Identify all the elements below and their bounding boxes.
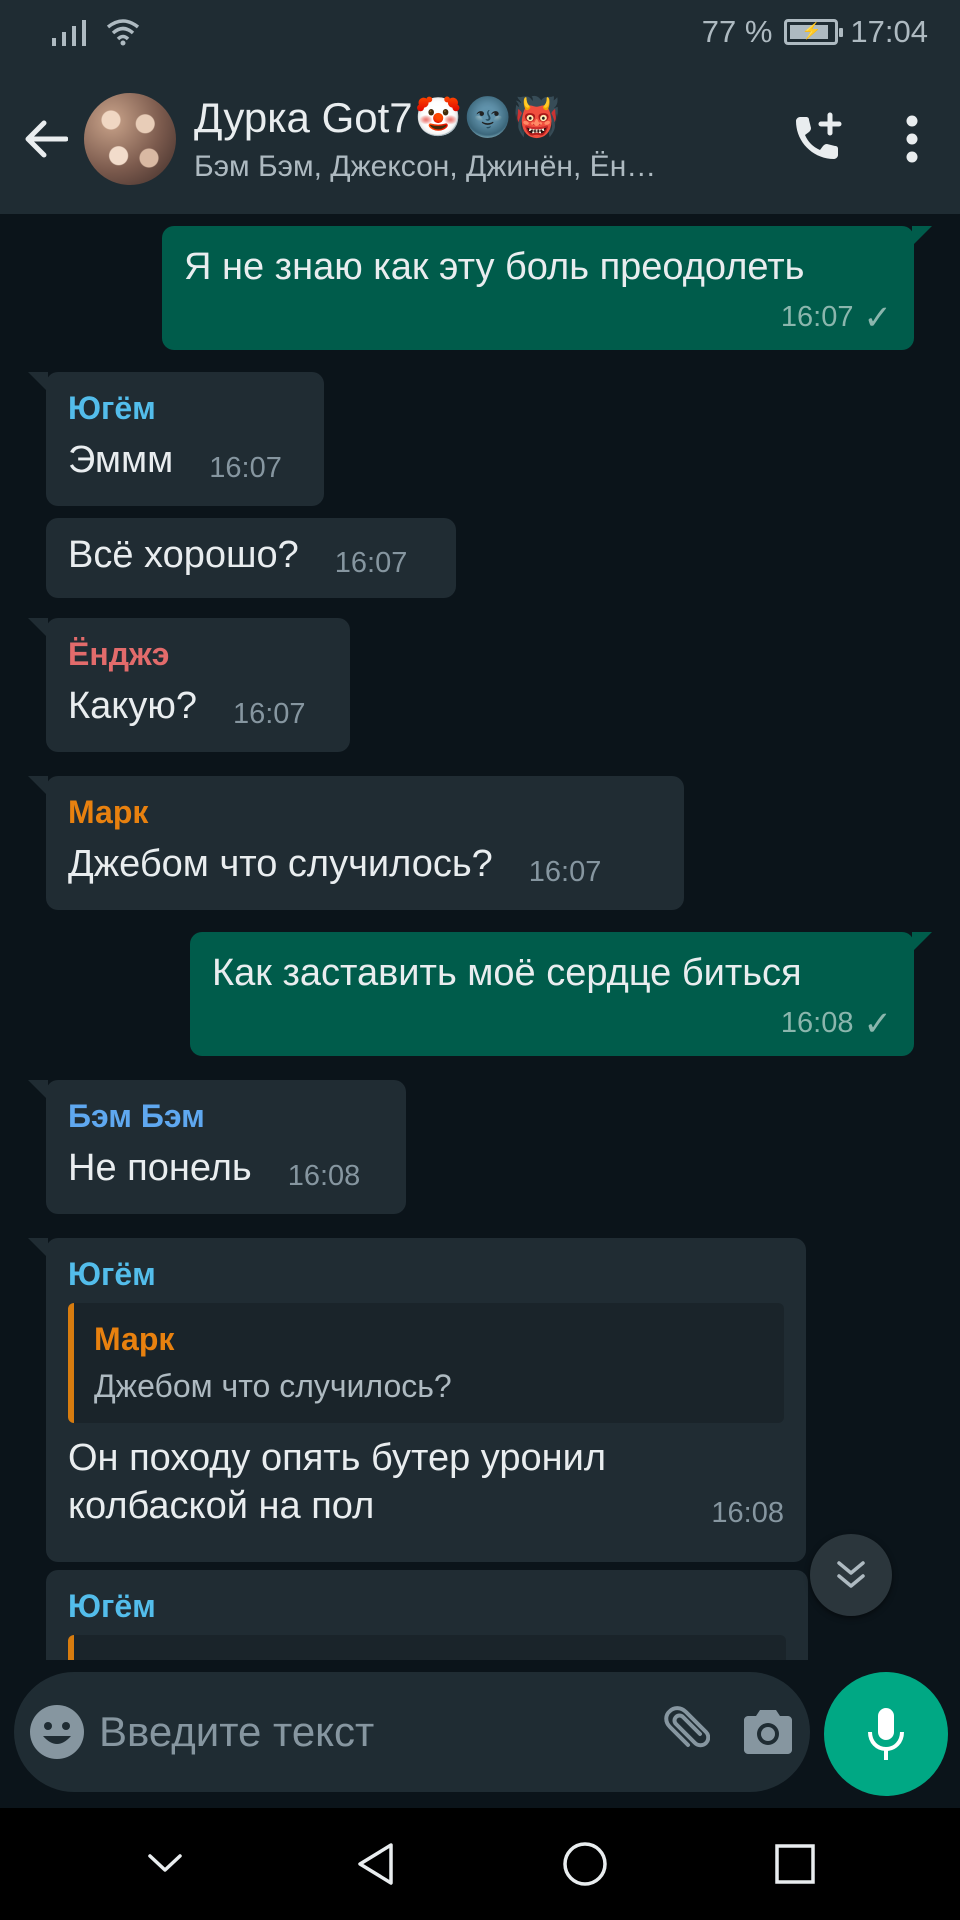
chat-header: Дурка Got7 🤡 🌚 👹 Бэм Бэм, Джексон, Джинё… [0, 64, 960, 214]
sender-name[interactable]: Марк [68, 794, 662, 831]
quoted-message[interactable] [68, 1635, 786, 1660]
incoming-message[interactable]: Югём Марк Джебом что случилось? Он поход… [28, 1238, 806, 1562]
clown-emoji: 🤡 [414, 97, 462, 139]
camera-button[interactable] [725, 1672, 810, 1792]
message-text: Не понель [68, 1147, 252, 1189]
message-text: Джебом что случилось? [68, 843, 493, 885]
quoted-sender: Марк [94, 1321, 175, 1357]
nav-home-button[interactable] [530, 1808, 640, 1920]
incoming-message[interactable]: Всё хорошо? 16:07 [46, 518, 456, 598]
nav-back-button[interactable] [320, 1808, 430, 1920]
message-input-container [14, 1672, 810, 1792]
signal-indicators [52, 18, 140, 46]
sent-check-icon: ✓ [863, 298, 893, 337]
message-list[interactable]: Я не знаю как эту боль преодолеть 16:07 … [0, 214, 960, 1660]
chat-title: Дурка Got7 [194, 94, 413, 141]
signal-icon [52, 38, 56, 46]
ogre-emoji: 👹 [513, 97, 561, 139]
clock: 17:04 [850, 14, 928, 49]
add-call-button[interactable] [768, 64, 864, 214]
more-vertical-icon [906, 115, 918, 163]
back-button[interactable] [0, 64, 84, 214]
attach-button[interactable] [640, 1672, 725, 1792]
voice-message-button[interactable] [824, 1672, 948, 1796]
incoming-message[interactable]: Югём [46, 1570, 808, 1660]
battery-icon: ⚡ [784, 19, 844, 45]
circle-home-icon [563, 1842, 607, 1886]
outgoing-message[interactable]: Я не знаю как эту боль преодолеть 16:07 … [162, 226, 932, 350]
message-time: 16:08 [780, 1007, 854, 1039]
paperclip-icon [663, 1706, 710, 1748]
square-recents-icon [775, 1844, 815, 1884]
message-time: 16:07 [209, 451, 282, 484]
message-text: Я не знаю как эту боль преодолеть [184, 246, 805, 288]
composer [0, 1660, 960, 1808]
sender-name[interactable]: Ёнджэ [68, 636, 328, 673]
message-time: 16:08 [287, 1159, 361, 1192]
message-time: 16:07 [780, 301, 854, 333]
sender-name[interactable]: Югём [68, 390, 302, 427]
camera-icon [743, 1710, 792, 1754]
message-text: Как заставить моё сердце биться [212, 952, 802, 994]
system-navigation-bar [0, 1808, 960, 1920]
group-avatar[interactable] [84, 93, 176, 185]
moon-emoji: 🌚 [463, 97, 512, 139]
sender-name[interactable]: Югём [68, 1588, 786, 1625]
message-time: 16:07 [334, 546, 408, 579]
smiley-icon [29, 1705, 84, 1759]
quoted-text: Джебом что случилось? [94, 1368, 452, 1404]
message-time: 16:08 [711, 1497, 784, 1529]
nav-recents-button[interactable] [740, 1808, 850, 1920]
message-text-line-1: Он походу опять бутер уронил [68, 1437, 606, 1479]
incoming-message[interactable]: Марк Джебом что случилось? 16:07 [28, 776, 684, 910]
wifi-icon [106, 19, 140, 46]
emoji-button[interactable] [14, 1672, 99, 1792]
chat-members: Бэм Бэм, Джексон, Джинён, Ён… [194, 150, 657, 183]
incoming-message[interactable]: Ёнджэ Какую? 16:07 [28, 618, 350, 752]
message-time: 16:07 [232, 697, 306, 730]
hide-keyboard-button[interactable] [110, 1808, 220, 1920]
chat-info[interactable]: Дурка Got7 🤡 🌚 👹 Бэм Бэм, Джексон, Джинё… [194, 94, 768, 184]
scroll-to-bottom-button[interactable] [810, 1534, 892, 1616]
message-text: Какую? [68, 685, 197, 727]
message-text: Всё хорошо? [68, 534, 299, 576]
microphone-icon [868, 1708, 904, 1760]
status-bar: 77 % ⚡ 17:04 [0, 0, 960, 64]
phone-plus-icon [796, 112, 842, 159]
sent-check-icon: ✓ [863, 1004, 893, 1043]
incoming-message[interactable]: Бэм Бэм Не понель 16:08 [28, 1080, 406, 1214]
message-text-line-2: колбаской на пол [68, 1484, 375, 1527]
quoted-message[interactable]: Марк Джебом что случилось? [68, 1303, 784, 1423]
message-time: 16:07 [528, 855, 602, 888]
menu-button[interactable] [864, 64, 960, 214]
triangle-back-icon [358, 1843, 393, 1885]
sender-name[interactable]: Югём [68, 1256, 784, 1293]
battery-percent: 77 % [701, 14, 773, 49]
incoming-message[interactable]: Югём Эммм 16:07 [28, 372, 324, 506]
message-input[interactable] [99, 1708, 640, 1756]
arrow-left-icon [25, 120, 68, 158]
outgoing-message[interactable]: Как заставить моё сердце биться 16:08 ✓ [190, 932, 932, 1056]
message-text: Эммм [68, 439, 174, 481]
sender-name[interactable]: Бэм Бэм [68, 1098, 384, 1135]
double-chevron-down-icon [837, 1561, 865, 1588]
chevron-down-icon [148, 1854, 182, 1872]
